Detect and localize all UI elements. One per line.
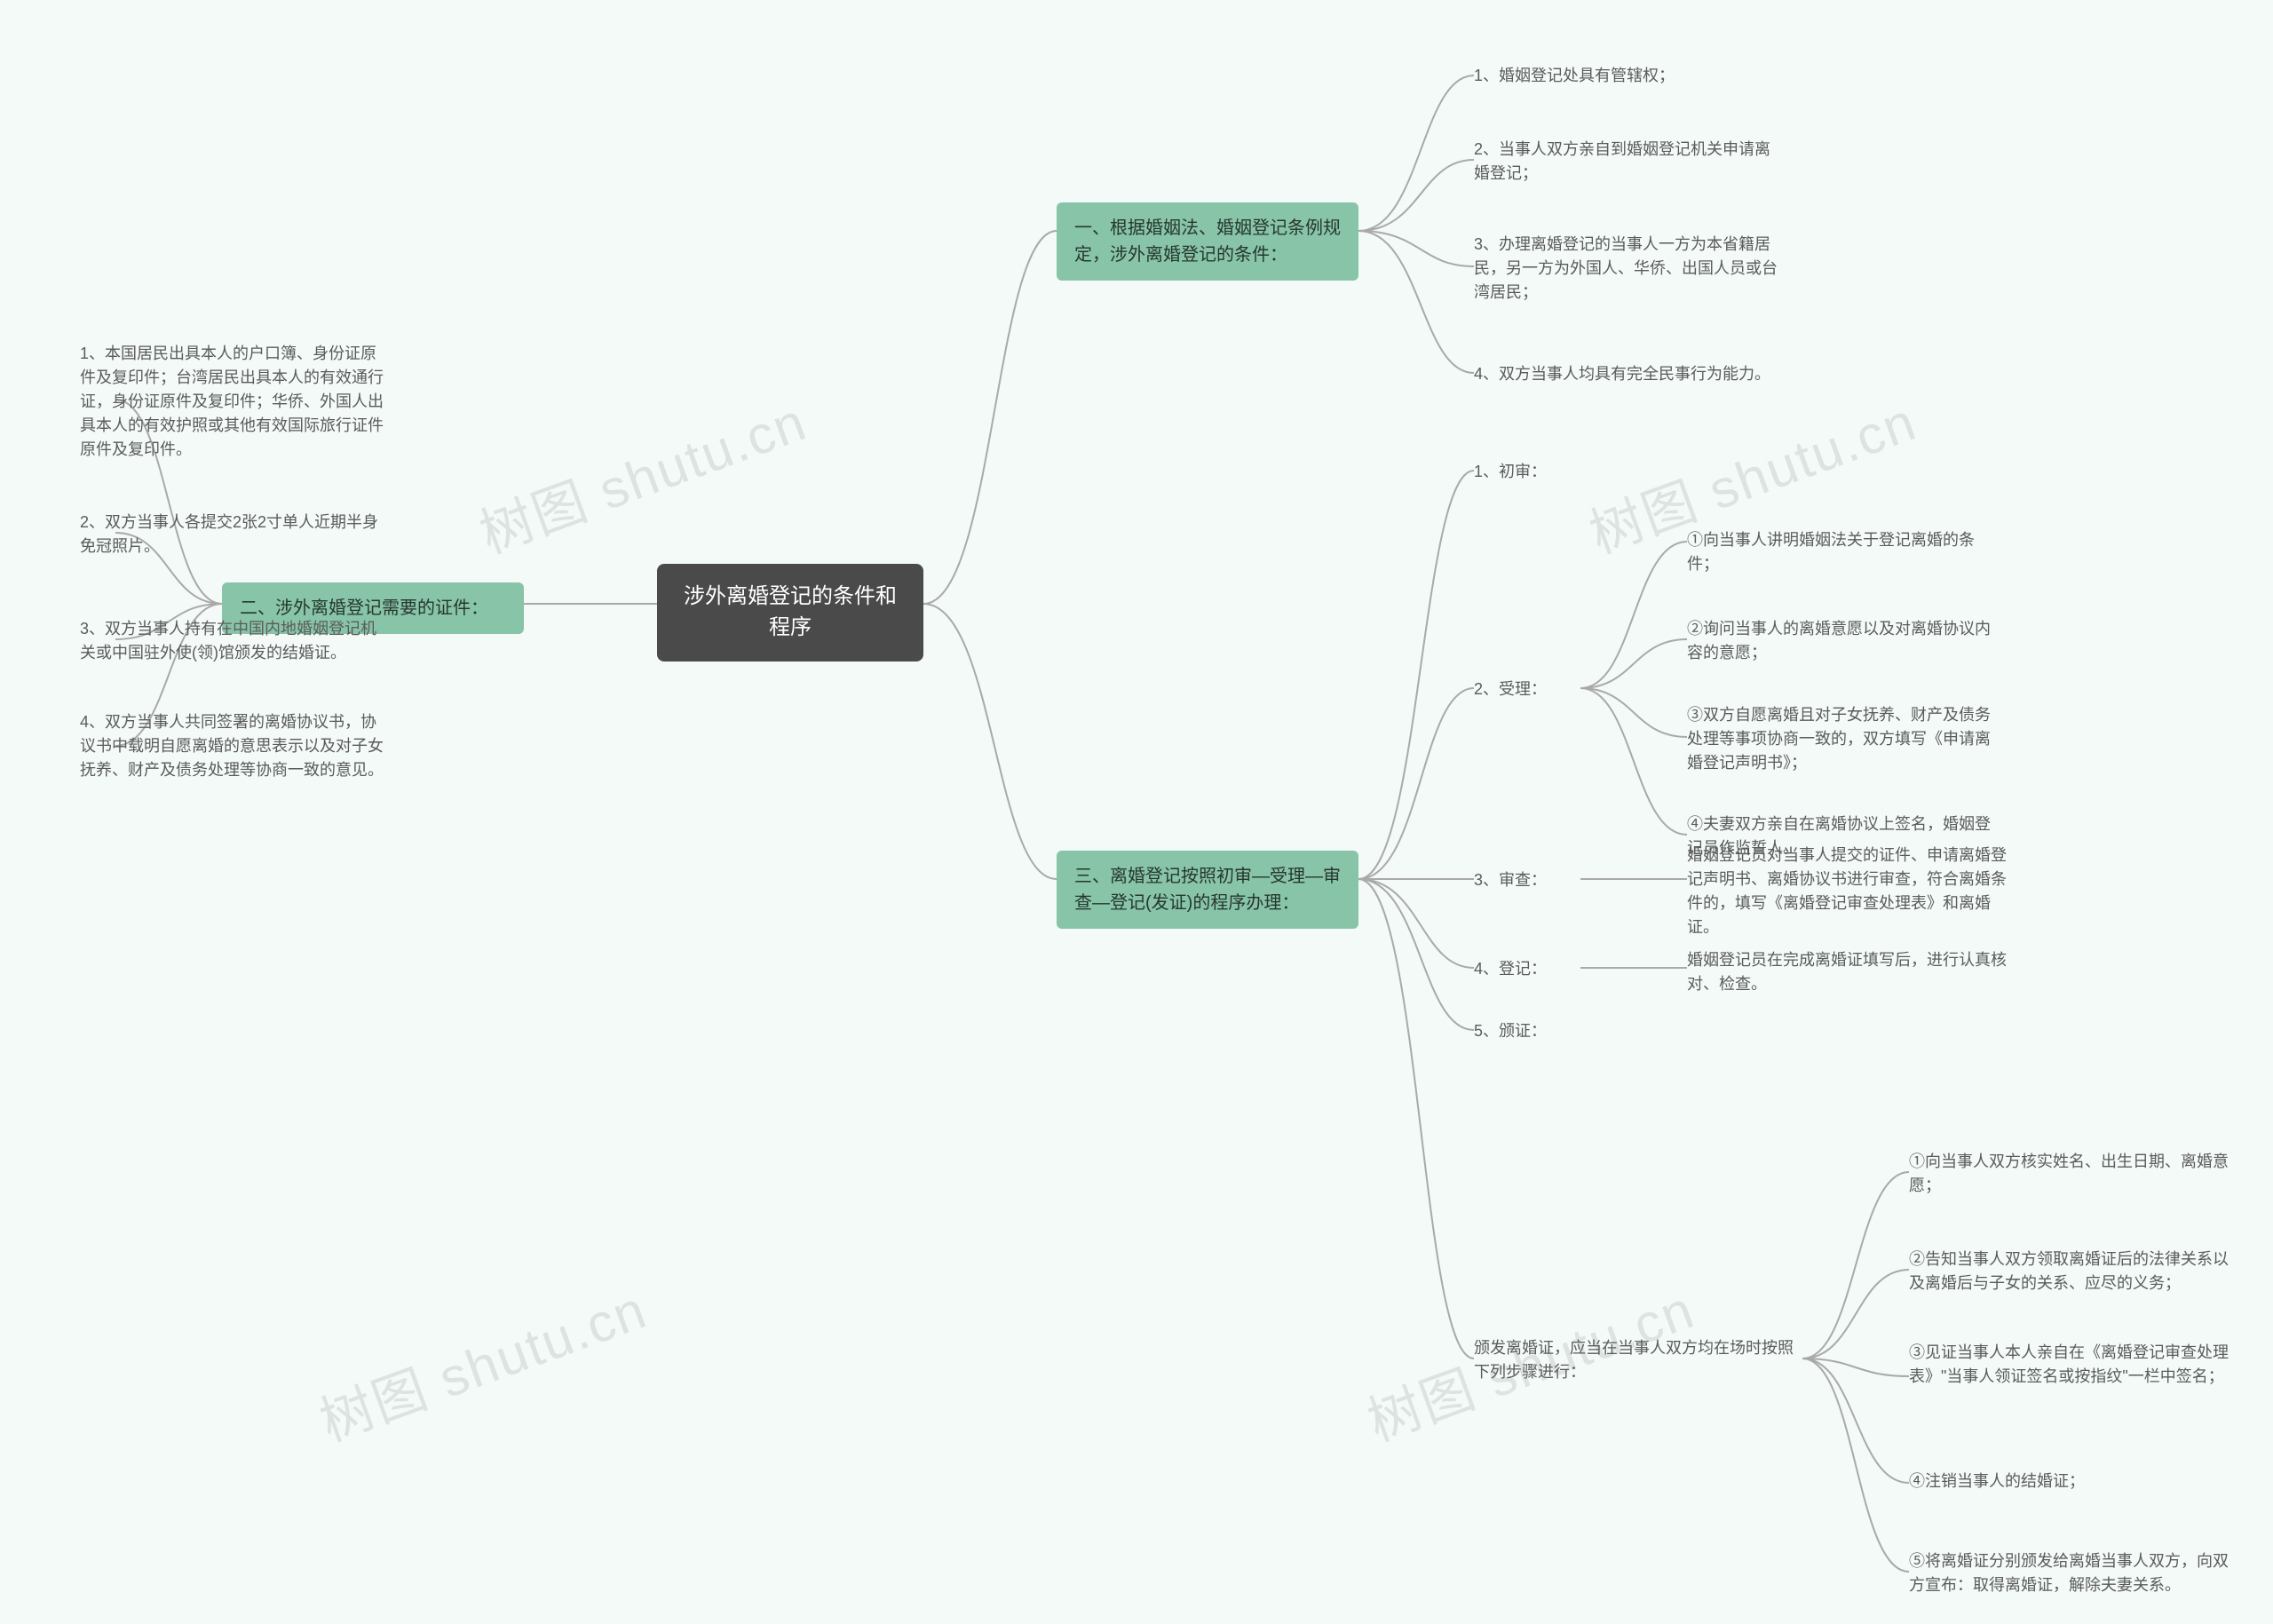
issue-item-3: ③见证当事人本人亲自在《离婚登记审查处理表》"当事人领证签名或按指纹"一栏中签名… (1909, 1341, 2229, 1389)
watermark: 树图 shutu.cn (468, 379, 816, 569)
issue-item-2: ②告知当事人双方领取离婚证后的法律关系以及离婚后与子女的关系、应尽的义务； (1909, 1248, 2229, 1295)
watermark: 树图 shutu.cn (308, 1267, 656, 1457)
issue-item-4: ④注销当事人的结婚证； (1909, 1470, 2229, 1493)
s1-item-4: 4、双方当事人均具有完全民事行为能力。 (1474, 362, 1785, 386)
section-1[interactable]: 一、根据婚姻法、婚姻登记条例规定，涉外离婚登记的条件： (1057, 202, 1358, 281)
step-2: 2、受理： (1474, 677, 1580, 701)
step2-item-1: ①向当事人讲明婚姻法关于登记离婚的条件； (1687, 528, 1998, 576)
step3-detail: 婚姻登记员对当事人提交的证件、申请离婚登记声明书、离婚协议书进行审查，符合离婚条… (1687, 844, 2016, 939)
step4-detail: 婚姻登记员在完成离婚证填写后，进行认真核对、检查。 (1687, 948, 2016, 996)
step2-item-2: ②询问当事人的离婚意愿以及对离婚协议内容的意愿； (1687, 617, 1998, 665)
s1-item-2: 2、当事人双方亲自到婚姻登记机关申请离婚登记； (1474, 138, 1785, 186)
s2-item-1: 1、本国居民出具本人的户口簿、身份证原件及复印件；台湾居民出具本人的有效通行证，… (80, 342, 386, 462)
step-4: 4、登记： (1474, 957, 1580, 981)
mindmap-canvas: 树图 shutu.cn 树图 shutu.cn 树图 shutu.cn 树图 s… (0, 0, 2273, 1624)
root-node[interactable]: 涉外离婚登记的条件和程序 (657, 564, 923, 661)
s2-item-2: 2、双方当事人各提交2张2寸单人近期半身免冠照片。 (80, 511, 386, 558)
step-3: 3、审查： (1474, 868, 1580, 892)
issue-title: 颁发离婚证，应当在当事人双方均在场时按照下列步骤进行： (1474, 1336, 1802, 1384)
step-5: 5、颁证： (1474, 1019, 1580, 1043)
step-1: 1、初审： (1474, 460, 1580, 484)
step2-item-3: ③双方自愿离婚且对子女抚养、财产及债务处理等事项协商一致的，双方填写《申请离婚登… (1687, 703, 1998, 775)
s2-item-3: 3、双方当事人持有在中国内地婚姻登记机关或中国驻外使(领)馆颁发的结婚证。 (80, 617, 386, 665)
issue-item-1: ①向当事人双方核实姓名、出生日期、离婚意愿； (1909, 1150, 2229, 1198)
s2-item-4: 4、双方当事人共同签署的离婚协议书，协议书中载明自愿离婚的意思表示以及对子女抚养… (80, 710, 386, 782)
section-3[interactable]: 三、离婚登记按照初审—受理—审查—登记(发证)的程序办理： (1057, 851, 1358, 929)
issue-item-5: ⑤将离婚证分别颁发给离婚当事人双方，向双方宣布：取得离婚证，解除夫妻关系。 (1909, 1549, 2229, 1597)
s1-item-3: 3、办理离婚登记的当事人一方为本省籍居民，另一方为外国人、华侨、出国人员或台湾居… (1474, 233, 1785, 305)
s1-item-1: 1、婚姻登记处具有管辖权； (1474, 64, 1785, 88)
